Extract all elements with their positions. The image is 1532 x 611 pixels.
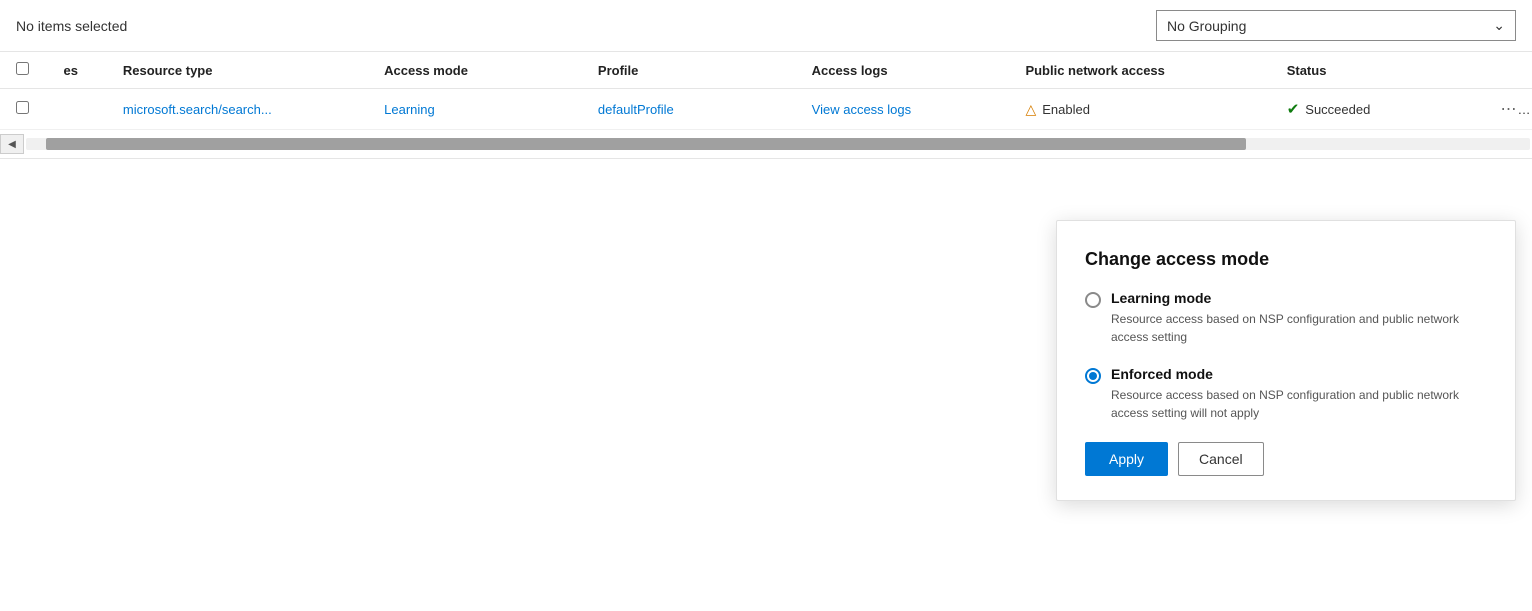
change-access-mode-panel: Change access mode Learning mode Resourc…: [1056, 220, 1516, 501]
panel-buttons: Apply Cancel: [1085, 442, 1487, 476]
enforced-mode-label: Enforced mode: [1111, 366, 1487, 382]
public-network-status: △ Enabled: [1025, 101, 1090, 118]
col-header-es: es: [48, 52, 107, 89]
scroll-left-button[interactable]: ◀: [0, 134, 24, 154]
resource-table: es Resource type Access mode Profile Acc…: [0, 52, 1532, 130]
row-checkbox[interactable]: [16, 101, 29, 114]
profile-link[interactable]: defaultProfile: [598, 102, 674, 117]
select-all-checkbox[interactable]: [16, 62, 29, 75]
public-network-label: Enabled: [1042, 102, 1090, 117]
row-access-mode-cell: Learning: [368, 89, 582, 130]
col-header-profile[interactable]: Profile: [582, 52, 796, 89]
chevron-down-icon: ⌄: [1493, 17, 1505, 34]
learning-mode-text: Learning mode Resource access based on N…: [1111, 290, 1487, 346]
panel-title: Change access mode: [1085, 249, 1487, 270]
resource-type-link[interactable]: microsoft.search/search...: [123, 102, 272, 117]
learning-mode-radio[interactable]: [1085, 292, 1101, 308]
row-public-network-cell: △ Enabled: [1009, 89, 1270, 130]
row-status-cell: ✔ Succeeded: [1271, 89, 1485, 130]
cancel-button[interactable]: Cancel: [1178, 442, 1264, 476]
row-more-cell: ⋯: [1484, 89, 1532, 130]
grouping-dropdown[interactable]: No Grouping ⌄: [1156, 10, 1516, 41]
row-profile-cell: defaultProfile: [582, 89, 796, 130]
status-label: Succeeded: [1305, 102, 1370, 117]
learning-mode-label: Learning mode: [1111, 290, 1487, 306]
col-header-public-network-access[interactable]: Public network access: [1009, 52, 1270, 89]
access-mode-link[interactable]: Learning: [384, 102, 435, 117]
warning-icon: △: [1025, 101, 1036, 118]
success-icon: ✔: [1287, 100, 1300, 118]
scrollbar-row: ◀: [0, 130, 1532, 159]
col-header-checkbox: [0, 52, 48, 89]
scrollbar-thumb[interactable]: [46, 138, 1246, 150]
enforced-mode-option[interactable]: Enforced mode Resource access based on N…: [1085, 366, 1487, 422]
enforced-mode-radio[interactable]: [1085, 368, 1101, 384]
apply-button[interactable]: Apply: [1085, 442, 1168, 476]
col-header-status[interactable]: Status: [1271, 52, 1485, 89]
more-options-icon[interactable]: ⋯: [1500, 101, 1530, 118]
grouping-label: No Grouping: [1167, 18, 1246, 34]
col-header-resource-type[interactable]: Resource type: [107, 52, 368, 89]
row-resource-type-cell: microsoft.search/search...: [107, 89, 368, 130]
no-items-label: No items selected: [16, 18, 127, 34]
row-es-cell: [48, 89, 107, 130]
access-logs-link[interactable]: View access logs: [812, 102, 911, 117]
table-row: microsoft.search/search... Learning defa…: [0, 89, 1532, 130]
table-header-row: es Resource type Access mode Profile Acc…: [0, 52, 1532, 89]
row-access-logs-cell: View access logs: [796, 89, 1010, 130]
top-bar: No items selected No Grouping ⌄: [0, 0, 1532, 52]
col-header-access-mode[interactable]: Access mode: [368, 52, 582, 89]
learning-mode-desc: Resource access based on NSP configurati…: [1111, 310, 1487, 346]
status-badge: ✔ Succeeded: [1287, 100, 1371, 118]
enforced-mode-desc: Resource access based on NSP configurati…: [1111, 386, 1487, 422]
learning-mode-option[interactable]: Learning mode Resource access based on N…: [1085, 290, 1487, 346]
scrollbar-track[interactable]: [26, 138, 1530, 150]
col-header-access-logs[interactable]: Access logs: [796, 52, 1010, 89]
enforced-mode-text: Enforced mode Resource access based on N…: [1111, 366, 1487, 422]
col-header-more: [1484, 52, 1532, 89]
row-checkbox-cell: [0, 89, 48, 130]
resource-table-container: es Resource type Access mode Profile Acc…: [0, 52, 1532, 130]
